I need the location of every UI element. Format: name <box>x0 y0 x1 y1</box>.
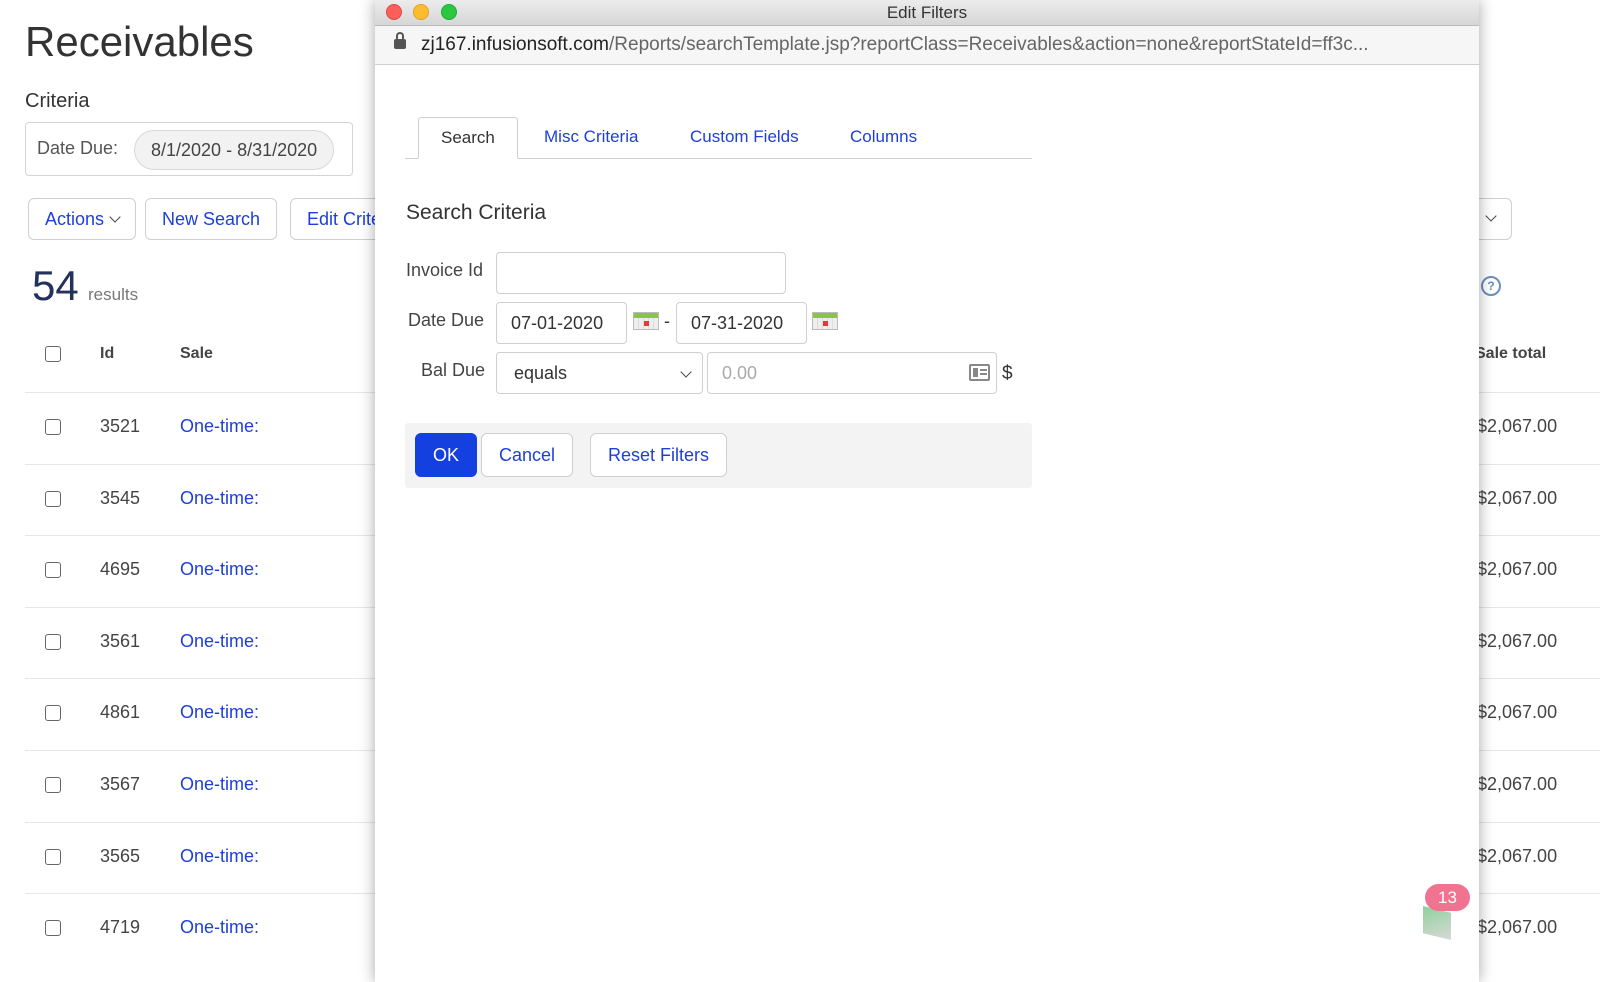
row-sale-total: $2,067.00 <box>1477 559 1558 580</box>
row-id: 3521 <box>100 416 141 436</box>
search-criteria-heading: Search Criteria <box>406 201 547 224</box>
column-header-sale[interactable]: Sale <box>180 345 213 363</box>
row-checkbox[interactable] <box>45 633 61 650</box>
results-label: results <box>88 285 139 304</box>
chat-widget[interactable] <box>1423 906 1451 940</box>
url-host: zj167.infusionsoft.com <box>421 34 609 55</box>
new-search-button[interactable]: New Search <box>145 198 278 240</box>
help-icon[interactable]: ? <box>1481 276 1501 296</box>
row-sale-total: $2,067.00 <box>1477 630 1558 651</box>
row-checkbox[interactable] <box>45 419 61 435</box>
invoice-id-input[interactable] <box>496 252 786 294</box>
row-sale-link[interactable]: One-time: <box>180 416 259 437</box>
chat-flag-icon <box>1423 906 1451 940</box>
criteria-heading: Criteria <box>25 90 90 112</box>
row-checkbox[interactable] <box>45 848 61 865</box>
row-sale-link[interactable]: One-time: <box>180 702 259 723</box>
row-sale-link[interactable]: One-time: <box>180 631 259 652</box>
date-due-filter-pill[interactable]: 8/1/2020 - 8/31/2020 <box>134 130 335 170</box>
chevron-down-icon <box>1485 210 1497 222</box>
date-due-to-input[interactable]: 07-31-2020 <box>676 302 807 344</box>
chevron-down-icon <box>109 211 121 223</box>
row-id: 4719 <box>100 917 141 938</box>
bal-due-operator-value: equals <box>514 363 568 383</box>
bal-due-operator-select[interactable]: equals <box>496 352 703 394</box>
criteria-box: Date Due: 8/1/2020 - 8/31/2020 <box>25 122 353 176</box>
date-due-from-input[interactable]: 07-01-2020 <box>496 302 627 344</box>
tab-columns[interactable]: Columns <box>850 117 917 158</box>
chevron-down-icon <box>680 366 692 378</box>
reset-filters-button[interactable]: Reset Filters <box>590 433 728 477</box>
date-due-label: Date Due <box>408 310 485 330</box>
url-text: zj167.infusionsoft.com/Reports/searchTem… <box>421 34 1461 56</box>
row-sale-link[interactable]: One-time: <box>180 774 259 795</box>
row-sale-link[interactable]: One-time: <box>180 559 259 580</box>
filter-tabs: Search Misc Criteria Custom Fields Colum… <box>405 117 1032 159</box>
tab-search[interactable]: Search <box>418 117 518 159</box>
row-sale-total: $2,067.00 <box>1477 917 1558 938</box>
notification-badge[interactable]: 13 <box>1425 884 1470 911</box>
row-sale-total: $2,067.00 <box>1477 702 1558 723</box>
row-sale-total: $2,067.00 <box>1477 774 1558 794</box>
column-header-sale-total[interactable]: Sale total <box>1475 345 1600 363</box>
row-sale-total: $2,067.00 <box>1477 416 1558 436</box>
window-titlebar[interactable]: Edit Filters <box>375 0 1479 26</box>
row-checkbox[interactable] <box>45 562 61 579</box>
lock-icon <box>394 32 406 49</box>
row-id: 3545 <box>100 487 141 508</box>
tab-misc-criteria[interactable]: Misc Criteria <box>544 117 638 158</box>
actions-label: Actions <box>45 209 105 229</box>
url-path: /Reports/searchTemplate.jsp?reportClass=… <box>609 34 1369 55</box>
row-checkbox[interactable] <box>45 920 61 937</box>
filter-buttons-panel: OK Cancel Reset Filters <box>405 423 1032 488</box>
date-due-label: Date Due: <box>37 138 119 158</box>
actions-button[interactable]: Actions <box>28 198 137 240</box>
page-title: Receivables <box>25 18 254 65</box>
row-checkbox[interactable] <box>45 705 61 722</box>
row-id: 3561 <box>100 630 141 651</box>
row-sale-link[interactable]: One-time: <box>180 488 259 509</box>
window-title: Edit Filters <box>886 3 968 22</box>
contact-card-icon[interactable] <box>969 364 990 381</box>
row-id: 4861 <box>100 702 141 723</box>
bal-due-placeholder: 0.00 <box>722 363 758 383</box>
select-all-checkbox[interactable] <box>45 346 61 362</box>
date-range-separator: - <box>664 311 670 331</box>
bal-due-label: Bal Due <box>421 360 486 380</box>
row-checkbox[interactable] <box>45 777 61 793</box>
row-sale-link[interactable]: One-time: <box>180 917 259 938</box>
calendar-icon[interactable] <box>633 312 659 330</box>
cancel-button[interactable]: Cancel <box>481 433 574 477</box>
row-id: 3567 <box>100 774 141 794</box>
row-sale-total: $2,067.00 <box>1477 845 1558 866</box>
column-header-id[interactable]: Id <box>100 345 114 363</box>
bal-due-amount-input[interactable]: 0.00 <box>707 352 997 394</box>
row-sale-link[interactable]: One-time: <box>180 846 259 867</box>
row-sale-total: $2,067.00 <box>1477 487 1558 508</box>
row-id: 3565 <box>100 845 141 866</box>
calendar-icon[interactable] <box>812 312 838 330</box>
edit-filters-window: Edit Filters zj167.infusionsoft.com/Repo… <box>375 0 1479 982</box>
results-count: 54 <box>32 262 79 309</box>
ok-button[interactable]: OK <box>415 433 478 477</box>
row-id: 4695 <box>100 559 141 580</box>
address-bar: zj167.infusionsoft.com/Reports/searchTem… <box>375 26 1479 65</box>
row-checkbox[interactable] <box>45 490 61 507</box>
currency-symbol: $ <box>1002 363 1013 384</box>
tab-custom-fields[interactable]: Custom Fields <box>690 117 799 158</box>
invoice-id-label: Invoice Id <box>406 260 484 280</box>
